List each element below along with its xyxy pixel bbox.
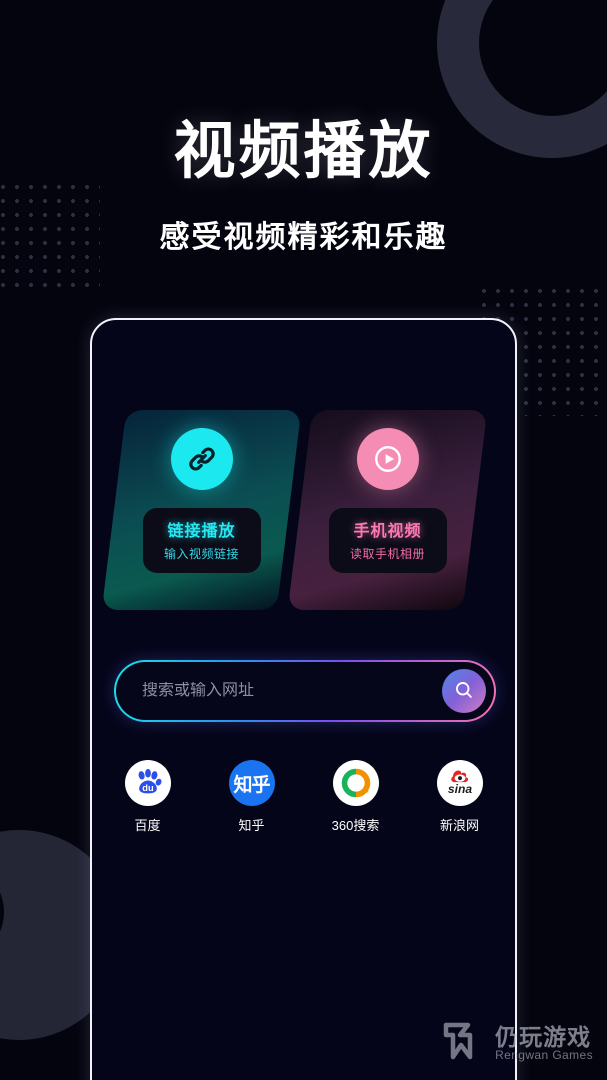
phone-frame: 链接播放 输入视频链接 手机视频 读取手机相册 搜索或输入网址 du 百度 知乎… xyxy=(90,318,517,1080)
zhihu-glyph: 知乎 xyxy=(233,774,270,796)
zhihu-icon: 知乎 xyxy=(228,760,275,806)
shortcut-list: du 百度 知乎 知乎 360搜索 sina 新浪网 xyxy=(92,760,515,834)
shortcut-zhihu[interactable]: 知乎 知乎 xyxy=(224,760,280,834)
page-title: 视频播放 xyxy=(173,117,434,186)
search-button[interactable] xyxy=(442,669,486,713)
svg-text:du: du xyxy=(142,783,154,793)
page-subtitle: 感受视频精彩和乐趣 xyxy=(159,221,448,254)
card-local-video[interactable]: 手机视频 读取手机相册 xyxy=(287,410,488,610)
card-link-playback[interactable]: 链接播放 输入视频链接 xyxy=(101,410,302,610)
search-icon xyxy=(453,679,475,704)
search-input[interactable] xyxy=(142,682,442,700)
svg-text:sina: sina xyxy=(447,782,471,796)
360-icon xyxy=(332,760,379,806)
card-local-title: 手机视频 xyxy=(353,523,422,540)
card-link-title: 链接播放 xyxy=(167,523,236,540)
shortcut-sina[interactable]: sina 新浪网 xyxy=(432,760,488,834)
watermark: 仍玩游戏 Rengwan Games xyxy=(443,1021,593,1066)
shortcut-360[interactable]: 360搜索 xyxy=(328,760,384,834)
app-screenshot: 视频播放 感受视频精彩和乐趣 链接播放 输入视频链接 手机视频 读取手机相册 搜… xyxy=(0,0,607,1080)
shortcut-360-label: 360搜索 xyxy=(331,818,380,833)
shortcut-zhihu-label: 知乎 xyxy=(238,818,265,833)
baidu-icon: du xyxy=(124,760,171,806)
action-cards: 链接播放 输入视频链接 手机视频 读取手机相册 xyxy=(92,410,515,610)
shortcut-baidu-label: 百度 xyxy=(134,818,161,833)
watermark-cn: 仍玩游戏 xyxy=(495,1024,592,1051)
watermark-en: Rengwan Games xyxy=(495,1048,593,1063)
rengwan-logo-icon xyxy=(443,1021,487,1066)
shortcut-sina-label: 新浪网 xyxy=(439,818,479,833)
card-link-label: 链接播放 输入视频链接 xyxy=(142,508,261,573)
decor-ring-bottom-left xyxy=(0,862,4,962)
play-circle-icon xyxy=(356,428,419,490)
card-link-subtitle: 输入视频链接 xyxy=(163,547,239,561)
sina-icon: sina xyxy=(436,760,483,806)
shortcut-baidu[interactable]: du 百度 xyxy=(120,760,176,834)
link-icon xyxy=(170,428,233,490)
card-local-subtitle: 读取手机相册 xyxy=(349,547,425,561)
card-local-label: 手机视频 读取手机相册 xyxy=(328,508,447,573)
search-bar[interactable] xyxy=(114,660,496,722)
